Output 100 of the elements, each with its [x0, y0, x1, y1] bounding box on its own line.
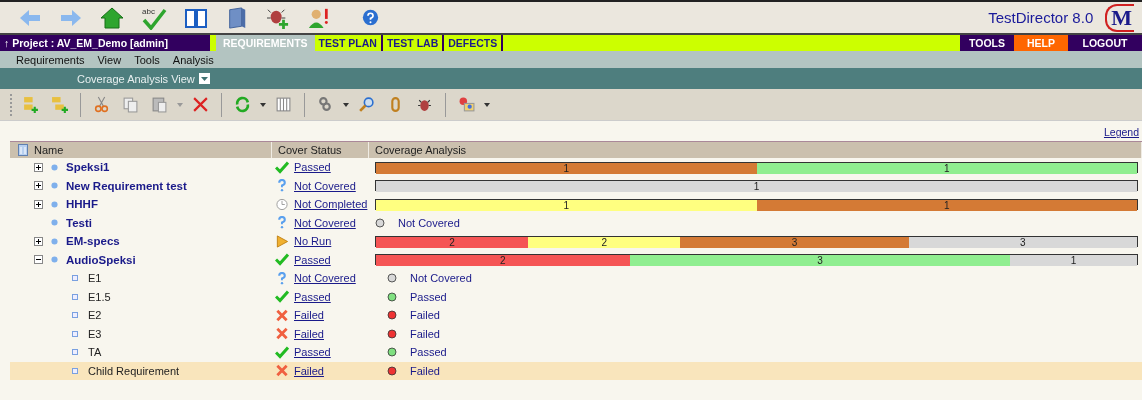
caret-icon[interactable] — [260, 102, 266, 107]
caret-icon[interactable] — [484, 102, 490, 107]
add-requirement-icon[interactable] — [22, 96, 39, 113]
requirement-name[interactable]: New Requirement test — [66, 179, 187, 192]
status-link[interactable]: Not Completed — [294, 198, 368, 211]
paste-icon[interactable] — [151, 96, 168, 113]
project-label[interactable]: ↑ Project : AV_EM_Demo [admin] — [0, 35, 210, 51]
requirement-name[interactable]: Speksi1 — [66, 161, 110, 174]
status-link[interactable]: Failed — [294, 309, 324, 322]
book-icon[interactable] — [184, 6, 208, 29]
question-icon — [275, 216, 289, 230]
home-icon[interactable] — [100, 6, 124, 29]
search-icon[interactable] — [358, 96, 375, 113]
status-link[interactable]: No Run — [294, 235, 332, 248]
requirement-name[interactable]: E1 — [88, 272, 102, 285]
user-alert-icon[interactable] — [307, 6, 331, 29]
nav-link[interactable]: LOGOUT — [1068, 35, 1142, 51]
coverage-segment: 2 — [528, 236, 681, 248]
check-icon — [275, 345, 289, 359]
requirement-name[interactable]: E1.5 — [88, 290, 111, 303]
column-chooser-icon[interactable] — [18, 144, 28, 156]
coverage-label: Not Covered — [398, 216, 460, 229]
columns-icon[interactable] — [275, 96, 292, 113]
menu-item[interactable]: View — [97, 53, 122, 66]
table-row[interactable]: HHHF Not Completed 1 1 — [10, 195, 1142, 214]
collapse-icon[interactable] — [34, 255, 43, 265]
square-bullet-icon — [72, 293, 78, 300]
status-link[interactable]: Not Covered — [294, 179, 356, 192]
table-row[interactable]: Testi Not Covered Not Covered — [10, 213, 1142, 232]
coverage-segment: 3 — [908, 236, 1137, 248]
coverage-segment: 3 — [629, 255, 1011, 267]
add-child-requirement-icon[interactable] — [51, 96, 68, 113]
refresh-icon[interactable] — [234, 96, 251, 113]
coverage-segment: 3 — [680, 236, 909, 248]
check-icon — [275, 160, 289, 174]
cross-icon — [275, 327, 289, 341]
help-icon[interactable] — [362, 9, 379, 26]
delete-icon[interactable] — [192, 96, 209, 113]
scissors-icon[interactable] — [93, 96, 110, 113]
status-link[interactable]: Failed — [294, 327, 324, 340]
table-row[interactable]: Speksi1 Passed 1 1 — [10, 158, 1142, 177]
coverage-label: Failed — [410, 364, 440, 377]
coverage-segment: 1 — [1010, 255, 1137, 267]
view-selector[interactable]: Coverage Analysis View — [77, 72, 210, 85]
nav-link[interactable]: TOOLS — [960, 35, 1014, 51]
square-bullet-icon — [72, 275, 78, 282]
status-link[interactable]: Failed — [294, 364, 324, 377]
table-row[interactable]: E3 Failed Failed — [10, 324, 1142, 343]
table-row[interactable]: New Requirement test Not Covered 1 — [10, 176, 1142, 195]
status-link[interactable]: Passed — [294, 290, 331, 303]
table-row[interactable]: E2 Failed Failed — [10, 306, 1142, 325]
expand-icon[interactable] — [34, 236, 43, 246]
requirement-name[interactable]: E3 — [88, 327, 102, 340]
expand-icon[interactable] — [34, 199, 43, 209]
expand-icon[interactable] — [34, 181, 43, 191]
dropdown-icon[interactable] — [198, 73, 210, 84]
bug-add-icon[interactable] — [266, 6, 290, 29]
table-row[interactable]: TA Passed Passed — [10, 343, 1142, 362]
requirement-name[interactable]: Child Requirement — [88, 364, 180, 377]
status-link[interactable]: Passed — [294, 346, 331, 359]
logo: M — [1105, 3, 1134, 32]
square-bullet-icon — [72, 349, 78, 356]
requirement-name[interactable]: HHHF — [66, 198, 98, 211]
status-link[interactable]: Passed — [294, 253, 331, 266]
link-icon[interactable] — [317, 96, 334, 113]
status-link[interactable]: Not Covered — [294, 216, 356, 229]
column-header[interactable]: Cover Status — [272, 142, 369, 158]
coverage-segment: 2 — [376, 255, 630, 267]
coverage-label: Passed — [410, 346, 447, 359]
column-header[interactable]: Name — [34, 144, 64, 156]
status-link[interactable]: Passed — [294, 161, 331, 174]
bullet-icon — [51, 256, 58, 264]
requirement-name[interactable]: TA — [88, 346, 102, 359]
menu-item[interactable]: Requirements — [16, 53, 85, 66]
table-row[interactable]: E1.5 Passed Passed — [10, 287, 1142, 306]
column-header[interactable]: Coverage Analysis — [369, 142, 1142, 158]
menu-item[interactable]: Analysis — [172, 53, 214, 66]
legend-link[interactable]: Legend — [1103, 126, 1139, 138]
status-link[interactable]: Not Covered — [294, 272, 356, 285]
table-row[interactable]: EM-specs No Run 2 2 3 3 — [10, 232, 1142, 251]
copy-icon[interactable] — [122, 96, 139, 113]
shapes-icon[interactable] — [458, 96, 475, 113]
check-icon — [275, 290, 289, 304]
coverage-segment: 2 — [376, 236, 529, 248]
caret-icon[interactable] — [343, 102, 349, 107]
bullet-icon — [51, 182, 58, 190]
clock-icon — [275, 197, 289, 211]
table-row[interactable]: Child Requirement Failed Failed — [10, 361, 1142, 380]
cross-icon — [275, 364, 289, 378]
coverage-label: Not Covered — [410, 272, 472, 285]
expand-icon[interactable] — [34, 162, 43, 172]
table-row[interactable]: AudioSpeksi Passed 2 3 1 — [10, 250, 1142, 269]
bullet-icon — [51, 200, 58, 208]
menu-item[interactable]: Tools — [134, 53, 160, 66]
requirement-name[interactable]: E2 — [88, 309, 102, 322]
coverage-segment: 1 — [756, 199, 1137, 211]
requirement-name[interactable]: Testi — [66, 216, 92, 229]
requirement-name[interactable]: EM-specs — [66, 235, 120, 248]
requirement-name[interactable]: AudioSpeksi — [66, 253, 136, 266]
table-row[interactable]: E1 Not Covered Not Covered — [10, 269, 1142, 288]
